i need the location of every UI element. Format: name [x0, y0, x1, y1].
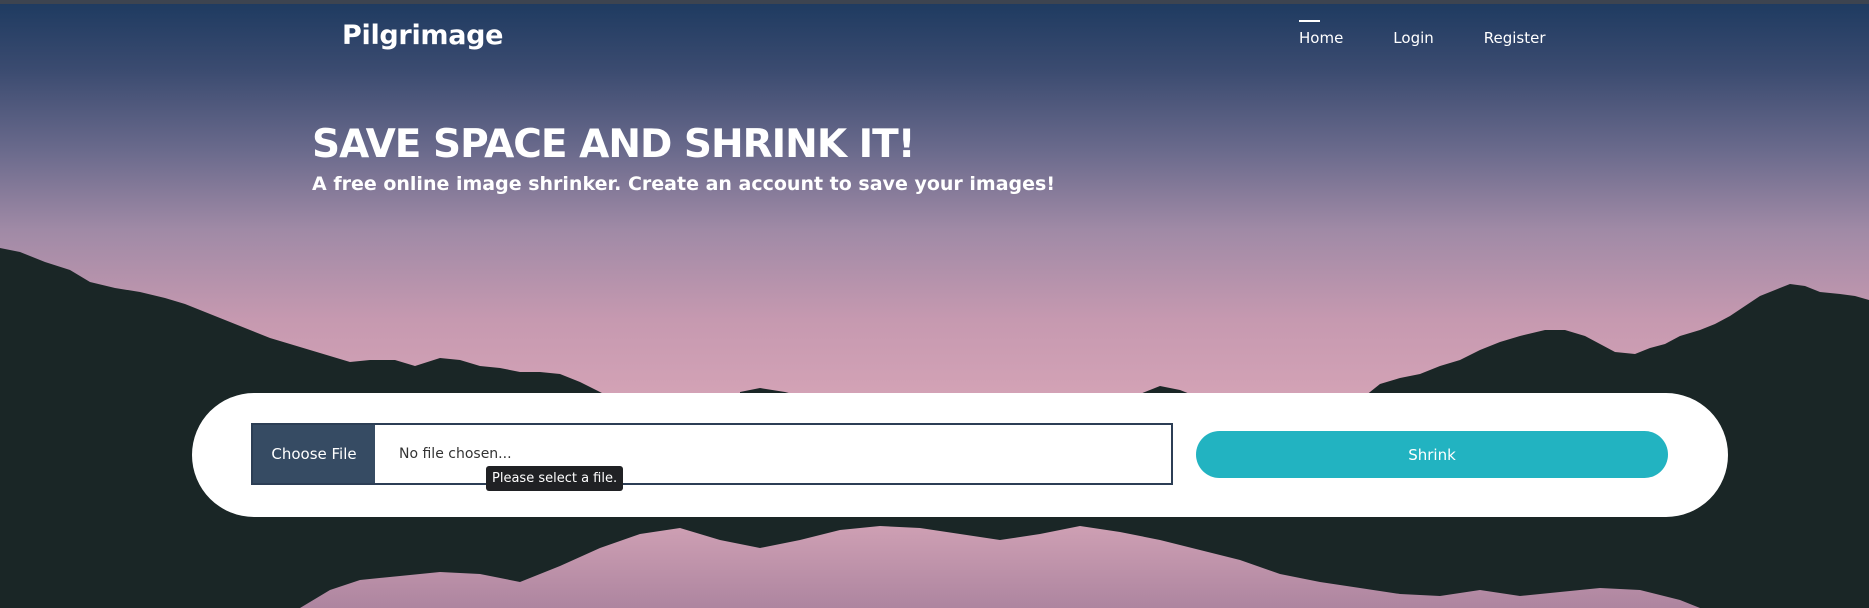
page: Pilgrimage Home Login Register SAVE SPAC…: [0, 0, 1869, 608]
nav-login-link[interactable]: Login: [1393, 29, 1433, 47]
file-input[interactable]: Choose File No file chosen...: [251, 423, 1173, 485]
hero-title: SAVE SPACE AND SHRINK IT!: [312, 122, 916, 167]
site-logo[interactable]: Pilgrimage: [342, 20, 504, 51]
nav-register-link[interactable]: Register: [1484, 29, 1546, 47]
nav-home-link[interactable]: Home: [1299, 20, 1343, 47]
main-nav: Home Login Register: [1299, 20, 1596, 47]
shrink-button[interactable]: Shrink: [1196, 431, 1668, 478]
choose-file-button[interactable]: Choose File: [253, 425, 375, 483]
validation-tooltip: Please select a file.: [486, 466, 624, 491]
hero-subtitle: A free online image shrinker. Create an …: [312, 173, 1055, 195]
